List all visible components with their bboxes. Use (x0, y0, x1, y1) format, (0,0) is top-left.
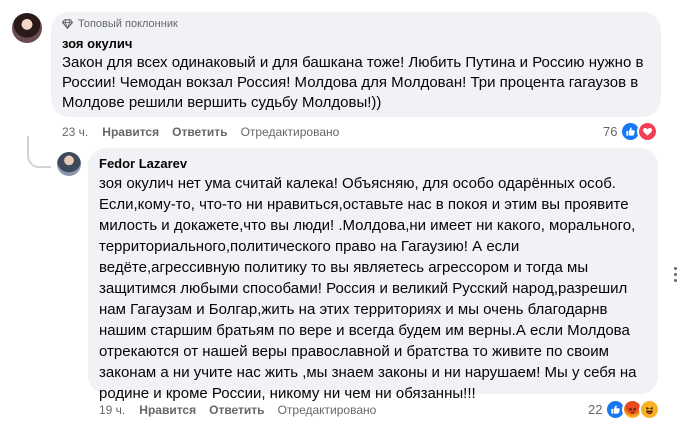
comment-text: зоя окулич нет ума считай калека! Объясн… (99, 175, 637, 402)
comments-section: Топовый поклонник зоя окулич Закон для в… (0, 0, 687, 422)
comment-bubble: Топовый поклонник зоя окулич Закон для в… (51, 12, 661, 117)
avatar[interactable] (12, 13, 42, 43)
love-icon (637, 121, 659, 142)
comment-text: Закон для всех одинаковый и для башкана … (62, 54, 644, 111)
comment-actions: 23 ч. Нравится Ответить Отредактировано (62, 125, 352, 139)
avatar[interactable] (57, 152, 81, 176)
reply-button[interactable]: Ответить (209, 403, 264, 417)
reactions-summary[interactable]: 76 (603, 121, 659, 142)
reply-bubble: Fedor Lazarev зоя окулич нет ума считай … (88, 148, 658, 402)
badge-label: Топовый поклонник (78, 18, 178, 30)
comment-timestamp[interactable]: 19 ч. (99, 403, 125, 417)
dot-icon (673, 272, 677, 276)
like-button[interactable]: Нравится (139, 403, 196, 417)
comment-author[interactable]: Fedor Lazarev (99, 156, 187, 171)
comment-actions: 19 ч. Нравится Ответить Отредактировано (99, 403, 389, 417)
more-options-button[interactable] (668, 262, 682, 286)
edited-label: Отредактировано (277, 403, 377, 417)
comment-timestamp[interactable]: 23 ч. (62, 125, 88, 139)
reaction-count: 76 (603, 124, 618, 139)
diamond-icon (62, 19, 73, 29)
dot-icon (673, 278, 677, 282)
comment-author[interactable]: зоя окулич (62, 36, 132, 51)
reaction-count: 22 (588, 402, 603, 417)
thread-connector (27, 136, 51, 168)
dot-icon (673, 266, 677, 270)
haha-icon (639, 399, 661, 420)
reply-button[interactable]: Ответить (172, 125, 227, 139)
reactions-summary[interactable]: 22 (588, 399, 661, 420)
like-button[interactable]: Нравится (102, 125, 159, 139)
top-fan-badge: Топовый поклонник (62, 18, 178, 30)
edited-label: Отредактировано (240, 125, 340, 139)
